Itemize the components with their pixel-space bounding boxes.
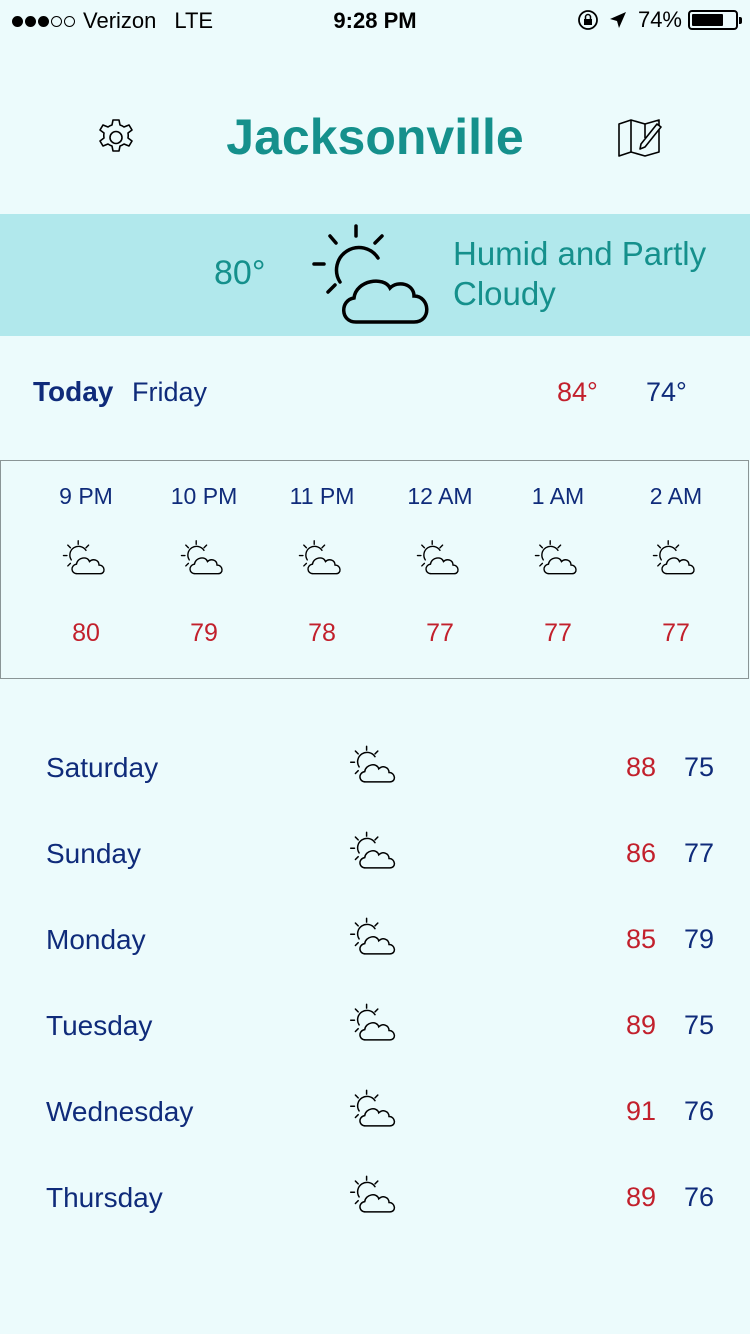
battery-percent: 74%: [637, 7, 682, 32]
current-temp: 80°: [214, 254, 266, 292]
hour-temp: 78: [308, 619, 336, 647]
partly-cloudy-icon: [296, 539, 348, 579]
day-row[interactable]: Saturday 88 75: [0, 740, 750, 800]
hour-item: 12 AM 77: [381, 461, 499, 680]
hour-temp: 80: [72, 619, 100, 647]
status-bar: Verizon LTE 9:28 PM 74%: [0, 0, 750, 40]
day-low: 75: [683, 1010, 714, 1040]
day-name: Tuesday: [46, 1010, 153, 1041]
hour-item: 2 AM 77: [617, 461, 735, 680]
header: Jacksonville: [0, 100, 750, 180]
day-name: Thursday: [46, 1182, 163, 1213]
partly-cloudy-icon: [347, 1174, 403, 1218]
location-arrow-icon: [609, 12, 626, 28]
hour-temp: 79: [190, 619, 218, 647]
today-high: 84°: [557, 377, 598, 407]
current-condition: Humid and Partly Cloudy: [453, 235, 707, 312]
partly-cloudy-icon: [414, 539, 466, 579]
partly-cloudy-icon: [347, 1088, 403, 1132]
day-high: 88: [625, 752, 656, 782]
partly-cloudy-icon: [347, 1002, 403, 1046]
partly-cloudy-icon: [347, 744, 403, 788]
day-low: 76: [683, 1096, 714, 1126]
day-name: Wednesday: [46, 1096, 194, 1127]
day-row[interactable]: Monday 85 79: [0, 912, 750, 972]
day-high: 89: [625, 1010, 656, 1040]
partly-cloudy-icon: [347, 916, 403, 960]
current-conditions: 80° Humid and Partly Cloudy: [0, 214, 750, 336]
hour-item: 1 AM 77: [499, 461, 617, 680]
orientation-lock-icon: [578, 10, 598, 30]
today-day: Friday: [132, 377, 208, 407]
hour-time: 1 AM: [531, 483, 585, 509]
day-row[interactable]: Sunday 86 77: [0, 826, 750, 886]
hour-time: 12 AM: [407, 483, 473, 509]
hourly-forecast[interactable]: 9 PM 80 10 PM 79 11 PM 78 12 AM 77 1 AM …: [0, 460, 749, 679]
hour-item: 10 PM 79: [145, 461, 263, 680]
status-right: 74%: [576, 7, 742, 33]
hour-item: 9 PM 80: [27, 461, 145, 680]
today-low: 74°: [646, 377, 687, 407]
hour-time: 9 PM: [59, 483, 113, 509]
partly-cloudy-icon: [60, 539, 112, 579]
map-edit-icon: [618, 119, 662, 157]
partly-cloudy-icon: [312, 224, 429, 324]
day-low: 79: [683, 924, 714, 954]
hour-time: 11 PM: [289, 483, 355, 509]
day-high: 89: [625, 1182, 656, 1212]
day-name: Saturday: [46, 752, 159, 783]
partly-cloudy-icon: [347, 830, 403, 874]
battery-icon: [688, 10, 742, 30]
today-row: Today Friday 84° 74°: [0, 368, 750, 418]
hour-temp: 77: [544, 619, 572, 647]
day-high: 91: [625, 1096, 656, 1126]
hour-item: 11 PM 78: [263, 461, 381, 680]
day-row[interactable]: Wednesday 91 76: [0, 1084, 750, 1144]
day-name: Monday: [46, 924, 146, 955]
partly-cloudy-icon: [532, 539, 584, 579]
partly-cloudy-icon: [178, 539, 230, 579]
hour-time: 10 PM: [170, 483, 238, 509]
day-name: Sunday: [46, 838, 141, 869]
hour-time: 2 AM: [649, 483, 703, 509]
day-row[interactable]: Thursday 89 76: [0, 1170, 750, 1230]
hour-temp: 77: [426, 619, 454, 647]
day-high: 86: [625, 838, 656, 868]
hour-temp: 77: [662, 619, 690, 647]
day-row[interactable]: Tuesday 89 75: [0, 998, 750, 1058]
partly-cloudy-icon: [650, 539, 702, 579]
map-button[interactable]: [615, 114, 665, 162]
day-low: 75: [683, 752, 714, 782]
today-label: Today: [33, 376, 114, 407]
day-high: 85: [625, 924, 656, 954]
day-low: 77: [683, 838, 714, 868]
day-low: 76: [683, 1182, 714, 1212]
